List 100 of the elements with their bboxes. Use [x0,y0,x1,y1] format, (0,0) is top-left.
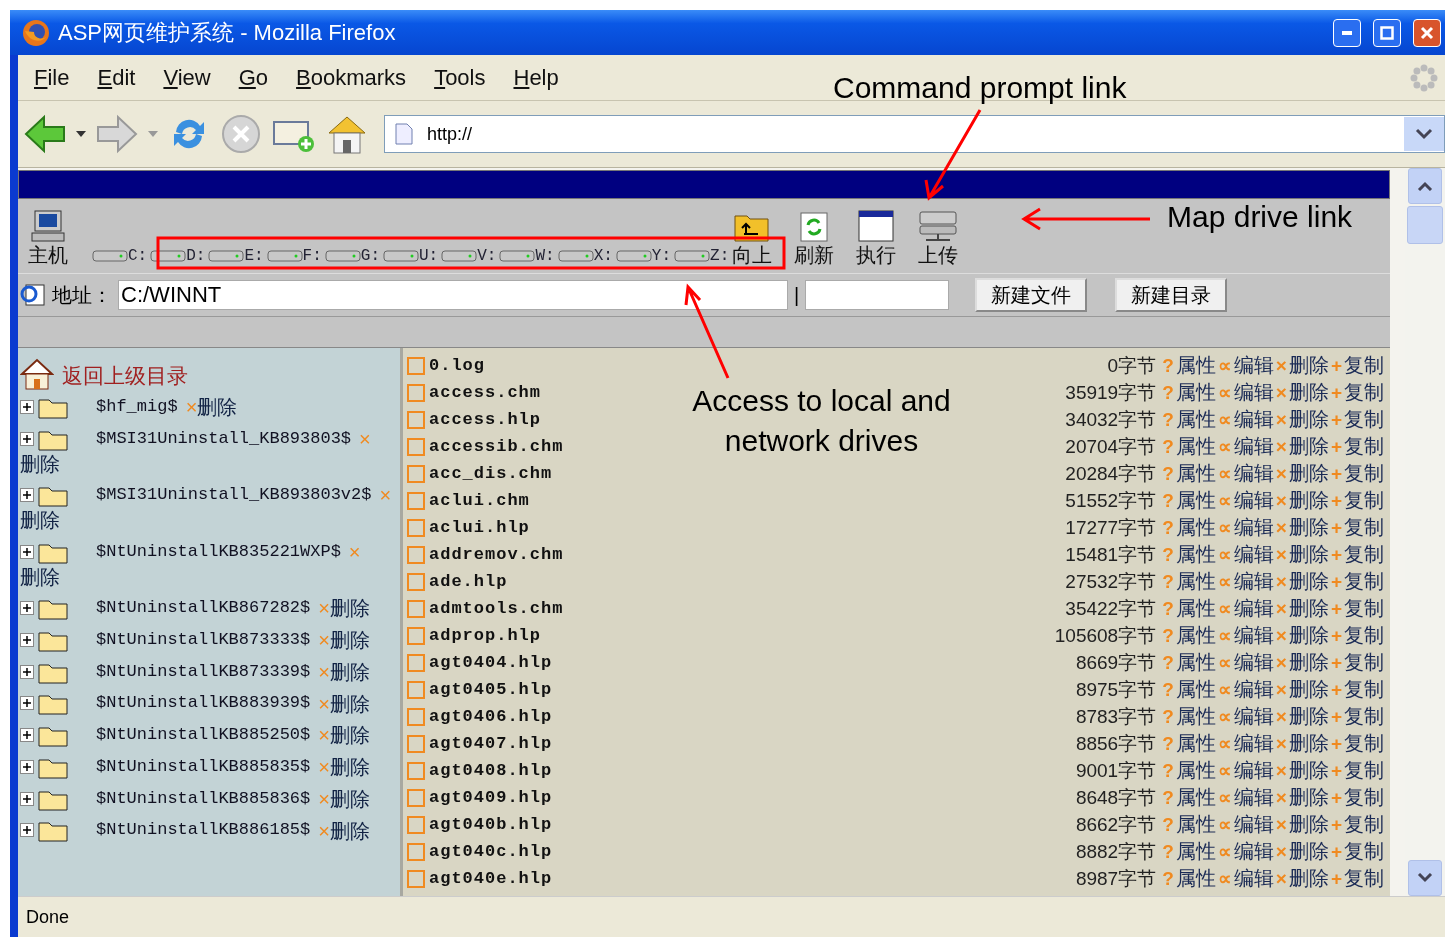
action-link[interactable]: 复制 [1344,568,1384,595]
file-link[interactable]: aclui.chm [429,491,530,510]
action-link[interactable]: 删除 [1288,865,1329,892]
delete-link[interactable]: 删除 [329,660,370,683]
action-link[interactable]: 复制 [1344,595,1384,622]
command-field[interactable] [805,280,950,310]
action-link[interactable]: 属性 [1175,460,1216,487]
expand-icon[interactable] [20,823,34,838]
scroll-thumb[interactable] [1407,206,1443,244]
delete-link[interactable]: 删除 [197,395,238,418]
scroll-up-button[interactable] [1408,168,1442,204]
file-link[interactable]: acc_dis.chm [429,464,553,483]
action-link[interactable]: 编辑 [1233,811,1274,838]
action-link[interactable]: 删除 [1288,541,1329,568]
action-link[interactable]: 属性 [1175,514,1216,541]
url-dropdown-button[interactable] [1404,117,1444,151]
menu-item[interactable]: View [149,64,225,91]
action-link[interactable]: 属性 [1175,352,1216,379]
action-link[interactable]: 复制 [1344,460,1384,487]
action-link[interactable]: 编辑 [1233,865,1274,892]
expand-icon[interactable] [20,664,34,679]
delete-link[interactable]: 删除 [20,508,60,531]
menu-item[interactable]: Go [224,64,283,91]
action-link[interactable]: 属性 [1175,703,1216,730]
parent-directory-link[interactable]: 返回上级目录 [62,362,188,390]
drive-link[interactable]: Z: [674,247,730,269]
drive-link[interactable]: E: [208,247,264,269]
file-link[interactable]: agt040b.hlp [429,815,553,834]
action-link[interactable]: 删除 [1288,703,1329,730]
action-link[interactable]: 删除 [1288,811,1329,838]
action-link[interactable]: 编辑 [1233,379,1274,406]
action-link[interactable]: 删除 [1288,784,1329,811]
menu-item[interactable]: Help [499,64,573,91]
file-link[interactable]: agt0406.hlp [429,707,553,726]
file-link[interactable]: agt040e.hlp [429,869,553,888]
action-link[interactable]: 复制 [1344,811,1384,838]
drive-link[interactable]: Y: [615,247,672,269]
action-link[interactable]: 删除 [1288,460,1329,487]
folder-link[interactable]: $NtUninstallKB886185$ [96,820,311,840]
folder-link[interactable]: $NtUninstallKB873339$ [96,661,311,681]
file-link[interactable]: agt0409.hlp [429,788,553,807]
action-link[interactable]: 属性 [1175,622,1216,649]
action-link[interactable]: 编辑 [1233,595,1274,622]
delete-link[interactable]: 删除 [20,565,60,588]
expand-icon[interactable] [20,544,34,559]
action-link[interactable]: 删除 [1288,676,1329,703]
expand-icon[interactable] [20,759,34,774]
action-link[interactable]: 编辑 [1233,460,1274,487]
action-link[interactable]: 属性 [1175,784,1216,811]
action-link[interactable]: 属性 [1175,379,1216,406]
drive-link[interactable]: G: [324,247,380,269]
delete-link[interactable]: 删除 [329,724,370,747]
drive-link[interactable]: C: [92,247,148,269]
folder-link[interactable]: $NtUninstallKB883939$ [96,693,311,713]
close-button[interactable] [1413,18,1441,47]
address-field[interactable]: C:/WINNT [118,280,788,310]
action-link[interactable]: 属性 [1175,838,1216,865]
delete-link[interactable]: 删除 [329,787,370,810]
drive-link[interactable]: F: [266,247,322,269]
file-link[interactable]: aclui.hlp [429,518,530,537]
action-link[interactable]: 复制 [1344,487,1384,514]
action-link[interactable]: 删除 [1288,649,1329,676]
file-link[interactable]: accessib.chm [429,437,564,456]
delete-link[interactable]: 删除 [329,819,370,842]
caret-icon[interactable] [76,131,86,137]
action-link[interactable]: 编辑 [1233,838,1274,865]
action-link[interactable]: 属性 [1175,406,1216,433]
folder-link[interactable]: $hf_mig$ [96,396,178,416]
action-link[interactable]: 删除 [1288,838,1329,865]
expand-icon[interactable] [20,791,34,806]
file-link[interactable]: access.chm [429,383,542,402]
action-link[interactable]: 编辑 [1233,649,1274,676]
menu-item[interactable]: Tools [420,64,500,91]
folder-link[interactable]: $MSI31Uninstall_KB893803$ [96,428,352,448]
action-link[interactable]: 复制 [1344,433,1384,460]
action-link[interactable]: 编辑 [1233,757,1274,784]
action-link[interactable]: 复制 [1344,352,1384,379]
action-link[interactable]: 编辑 [1233,433,1274,460]
action-link[interactable]: 属性 [1175,811,1216,838]
expand-icon[interactable] [20,488,34,503]
delete-link[interactable]: 删除 [329,628,370,651]
back-button[interactable] [24,114,66,154]
drive-link[interactable]: X: [557,247,613,269]
action-link[interactable]: 删除 [1288,757,1329,784]
action-link[interactable]: 删除 [1288,433,1329,460]
action-link[interactable]: 编辑 [1233,514,1274,541]
action-link[interactable]: 删除 [1288,730,1329,757]
page-button[interactable]: 新建目录 [1115,278,1228,312]
action-link[interactable]: 删除 [1288,568,1329,595]
page-button[interactable]: 新建文件 [975,278,1088,312]
file-link[interactable]: access.hlp [429,410,542,429]
delete-link[interactable]: 删除 [329,755,370,778]
url-field[interactable]: http:// [384,115,1445,153]
action-link[interactable]: 属性 [1175,433,1216,460]
file-link[interactable]: agt0404.hlp [429,653,553,672]
action-link[interactable]: 删除 [1288,595,1329,622]
action-link[interactable]: 编辑 [1233,352,1274,379]
action-link[interactable]: 编辑 [1233,703,1274,730]
action-link[interactable]: 删除 [1288,352,1329,379]
action-link[interactable]: 编辑 [1233,406,1274,433]
